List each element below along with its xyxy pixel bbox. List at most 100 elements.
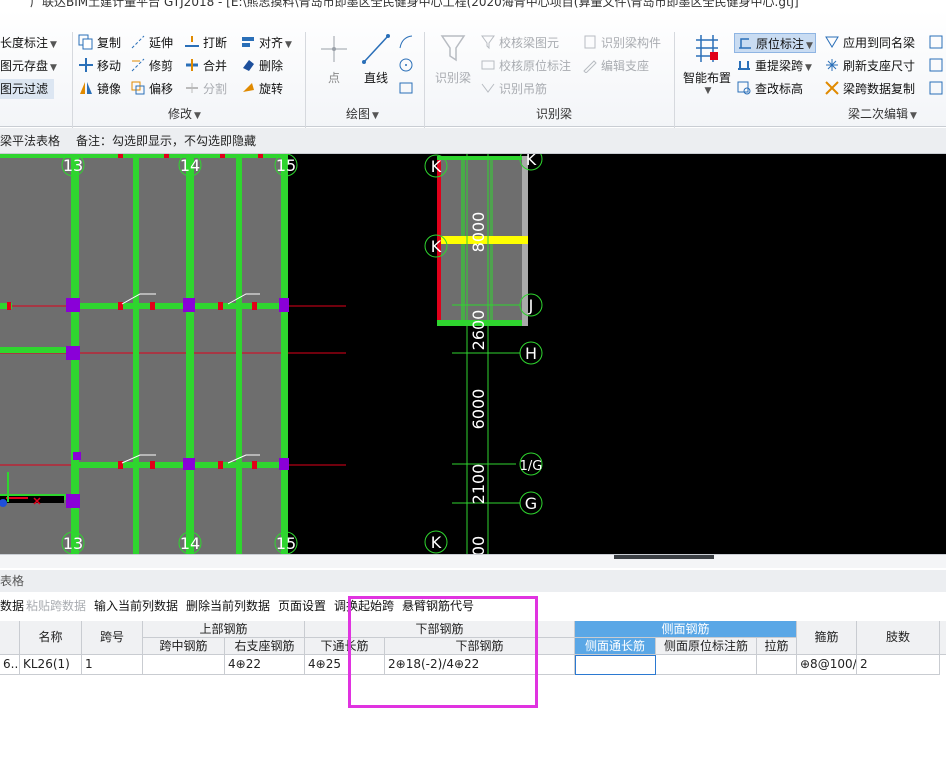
split-button[interactable]: 分割 [184, 79, 227, 99]
copy-span-data-button[interactable]: 梁跨数据复制 [824, 79, 915, 99]
trim-button[interactable]: 修剪 [130, 56, 173, 76]
funnel-icon [430, 32, 476, 69]
page-setup-item[interactable]: 页面设置 [278, 594, 326, 618]
cell-tie[interactable] [757, 655, 797, 675]
beam2-group-label: 梁二次编辑 ▼ [848, 107, 917, 121]
header-index [0, 621, 20, 655]
apply-same-name-button[interactable]: 应用到同名梁 [824, 33, 915, 53]
edit-support-icon [582, 57, 598, 74]
recognize-beam-button[interactable]: 识别梁 [430, 32, 476, 86]
copy-span-data-item[interactable]: 数据 [0, 594, 24, 618]
panel-splitter[interactable] [0, 554, 946, 568]
cell-index[interactable]: 6... [0, 655, 20, 675]
merge-button[interactable]: 合并 [184, 56, 227, 76]
refresh-support-button[interactable]: 刷新支座尺寸 [824, 56, 915, 76]
recognize-hanger-button[interactable]: 识别吊筋 [480, 79, 547, 99]
cell-legs[interactable]: 2 [857, 655, 940, 675]
beam-table-checkbox-label[interactable]: 梁平法表格 [0, 128, 60, 154]
copy-icon [78, 34, 94, 50]
cell-right-support[interactable]: 4⊕22 [225, 655, 305, 675]
dimension-text: 2600 [469, 310, 488, 351]
overflow-tool-icon[interactable] [928, 34, 944, 103]
svg-text:13: 13 [63, 156, 83, 175]
check-orig-annot-button[interactable]: 校核原位标注 [480, 56, 571, 76]
orig-annot-button[interactable]: 原位标注 ▼ [734, 33, 816, 53]
apply-icon [824, 34, 840, 50]
move-button[interactable]: 移动 [78, 56, 121, 76]
cell-span-no[interactable]: 1 [82, 655, 143, 675]
header-top-rebar: 上部钢筋 [143, 621, 305, 638]
break-button[interactable]: 打断 [184, 33, 227, 53]
smart-layout-button[interactable]: 智能布置 ▼ [680, 32, 734, 96]
paste-span-data-item[interactable]: 粘贴跨数据 [26, 594, 86, 618]
header-stirrup: 箍筋 [797, 621, 857, 655]
svg-text:K: K [431, 237, 442, 256]
circle-icon[interactable] [398, 57, 414, 76]
recognize-component-button[interactable]: 识别梁构件 [582, 33, 661, 53]
elem-save-button[interactable]: 图元存盘 ▼ [0, 56, 57, 76]
splitter-handle[interactable] [614, 555, 714, 559]
svg-text:K: K [431, 157, 442, 176]
ribbon-divider [424, 32, 425, 130]
cad-drawing[interactable]: 13 14 15 13 14 15 K J H 1/G G K K K 8000 2600 6000 2100 0… [0, 154, 946, 554]
edit-elevation-button[interactable]: 查改标高 [736, 79, 803, 99]
delete-button[interactable]: 删除 [240, 56, 283, 76]
copy-button[interactable]: 复制 [78, 33, 121, 53]
smart-layout-icon [680, 32, 734, 69]
dimension-text: 2100 [469, 464, 488, 505]
title-bar: 广联达BIM土建计量平台 GTJ2018 - [E:\熊志摸料\青岛市即墨区全民… [0, 0, 946, 10]
header-side-through: 侧面通长筋 [575, 638, 656, 655]
extend-button[interactable]: 延伸 [130, 33, 173, 53]
rotate-button[interactable]: 旋转 [240, 79, 283, 99]
header-name: 名称 [20, 621, 82, 655]
modify-group-label: 修改 ▼ [168, 107, 201, 121]
cell-side-orig[interactable] [656, 655, 757, 675]
elem-filter-button[interactable]: 图元过滤 [0, 79, 55, 99]
draw-line-button[interactable]: 直线 [358, 32, 394, 86]
recognize-group-label: 识别梁 [536, 107, 573, 121]
point-icon [316, 32, 352, 69]
edit-support-button[interactable]: 编辑支座 [582, 56, 649, 76]
check-beam-icon [480, 34, 496, 50]
relift-span-button[interactable]: 重提梁跨 ▼ [736, 56, 812, 76]
align-icon [240, 34, 256, 50]
svg-text:K: K [431, 533, 442, 552]
draw-point-button[interactable]: 点 [316, 32, 352, 86]
rectangle-icon[interactable] [398, 80, 414, 99]
delete-col-data-item[interactable]: 删除当前列数据 [186, 594, 270, 618]
cell-stirrup[interactable]: ⊕8@100/ [797, 655, 857, 675]
svg-text:H: H [525, 344, 537, 363]
mirror-button[interactable]: 镜像 [78, 79, 121, 99]
ribbon-divider [305, 32, 306, 130]
arc-icon[interactable] [398, 34, 414, 53]
ribbon-divider [674, 32, 675, 130]
table-settings-bar: 梁平法表格 备注：勾选即显示，不勾选即隐藏 [0, 128, 946, 154]
axis-bubble-right-H: H [519, 341, 543, 365]
align-button[interactable]: 对齐 ▼ [240, 33, 292, 53]
line-icon [358, 32, 394, 69]
svg-text:J: J [528, 296, 534, 315]
cell-side-through[interactable] [575, 655, 656, 675]
offset-button[interactable]: 偏移 [130, 79, 173, 99]
svg-text:K: K [526, 154, 537, 169]
move-icon [78, 57, 94, 73]
hanger-icon [480, 80, 496, 96]
check-beam-button[interactable]: 校核梁图元 [480, 33, 559, 53]
header-right-support: 右支座钢筋 [225, 638, 305, 655]
input-col-data-item[interactable]: 输入当前列数据 [94, 594, 178, 618]
extend-icon [130, 34, 146, 50]
drawing-canvas[interactable]: 13 14 15 13 14 15 K J H 1/G G K K K 8000 2600 6000 2100 0… [0, 154, 946, 554]
header-tie: 拉筋 [757, 638, 797, 655]
axis-bubble-bottom-14: 14 [178, 531, 202, 554]
svg-text:15: 15 [276, 156, 296, 175]
cell-name[interactable]: KL26(1) [20, 655, 82, 675]
axis-bubble-right-G: G [519, 491, 543, 515]
relift-icon [736, 57, 752, 73]
length-annot-button[interactable]: 长度标注 ▼ [0, 33, 57, 53]
axis-bubble-top-14: 14 [178, 154, 202, 177]
axis-bubble-left-k: K [424, 530, 448, 554]
check-annot-icon [480, 57, 496, 73]
cell-mid-span[interactable] [143, 655, 225, 675]
svg-text:1/G: 1/G [520, 459, 543, 474]
refresh-icon [824, 57, 840, 73]
